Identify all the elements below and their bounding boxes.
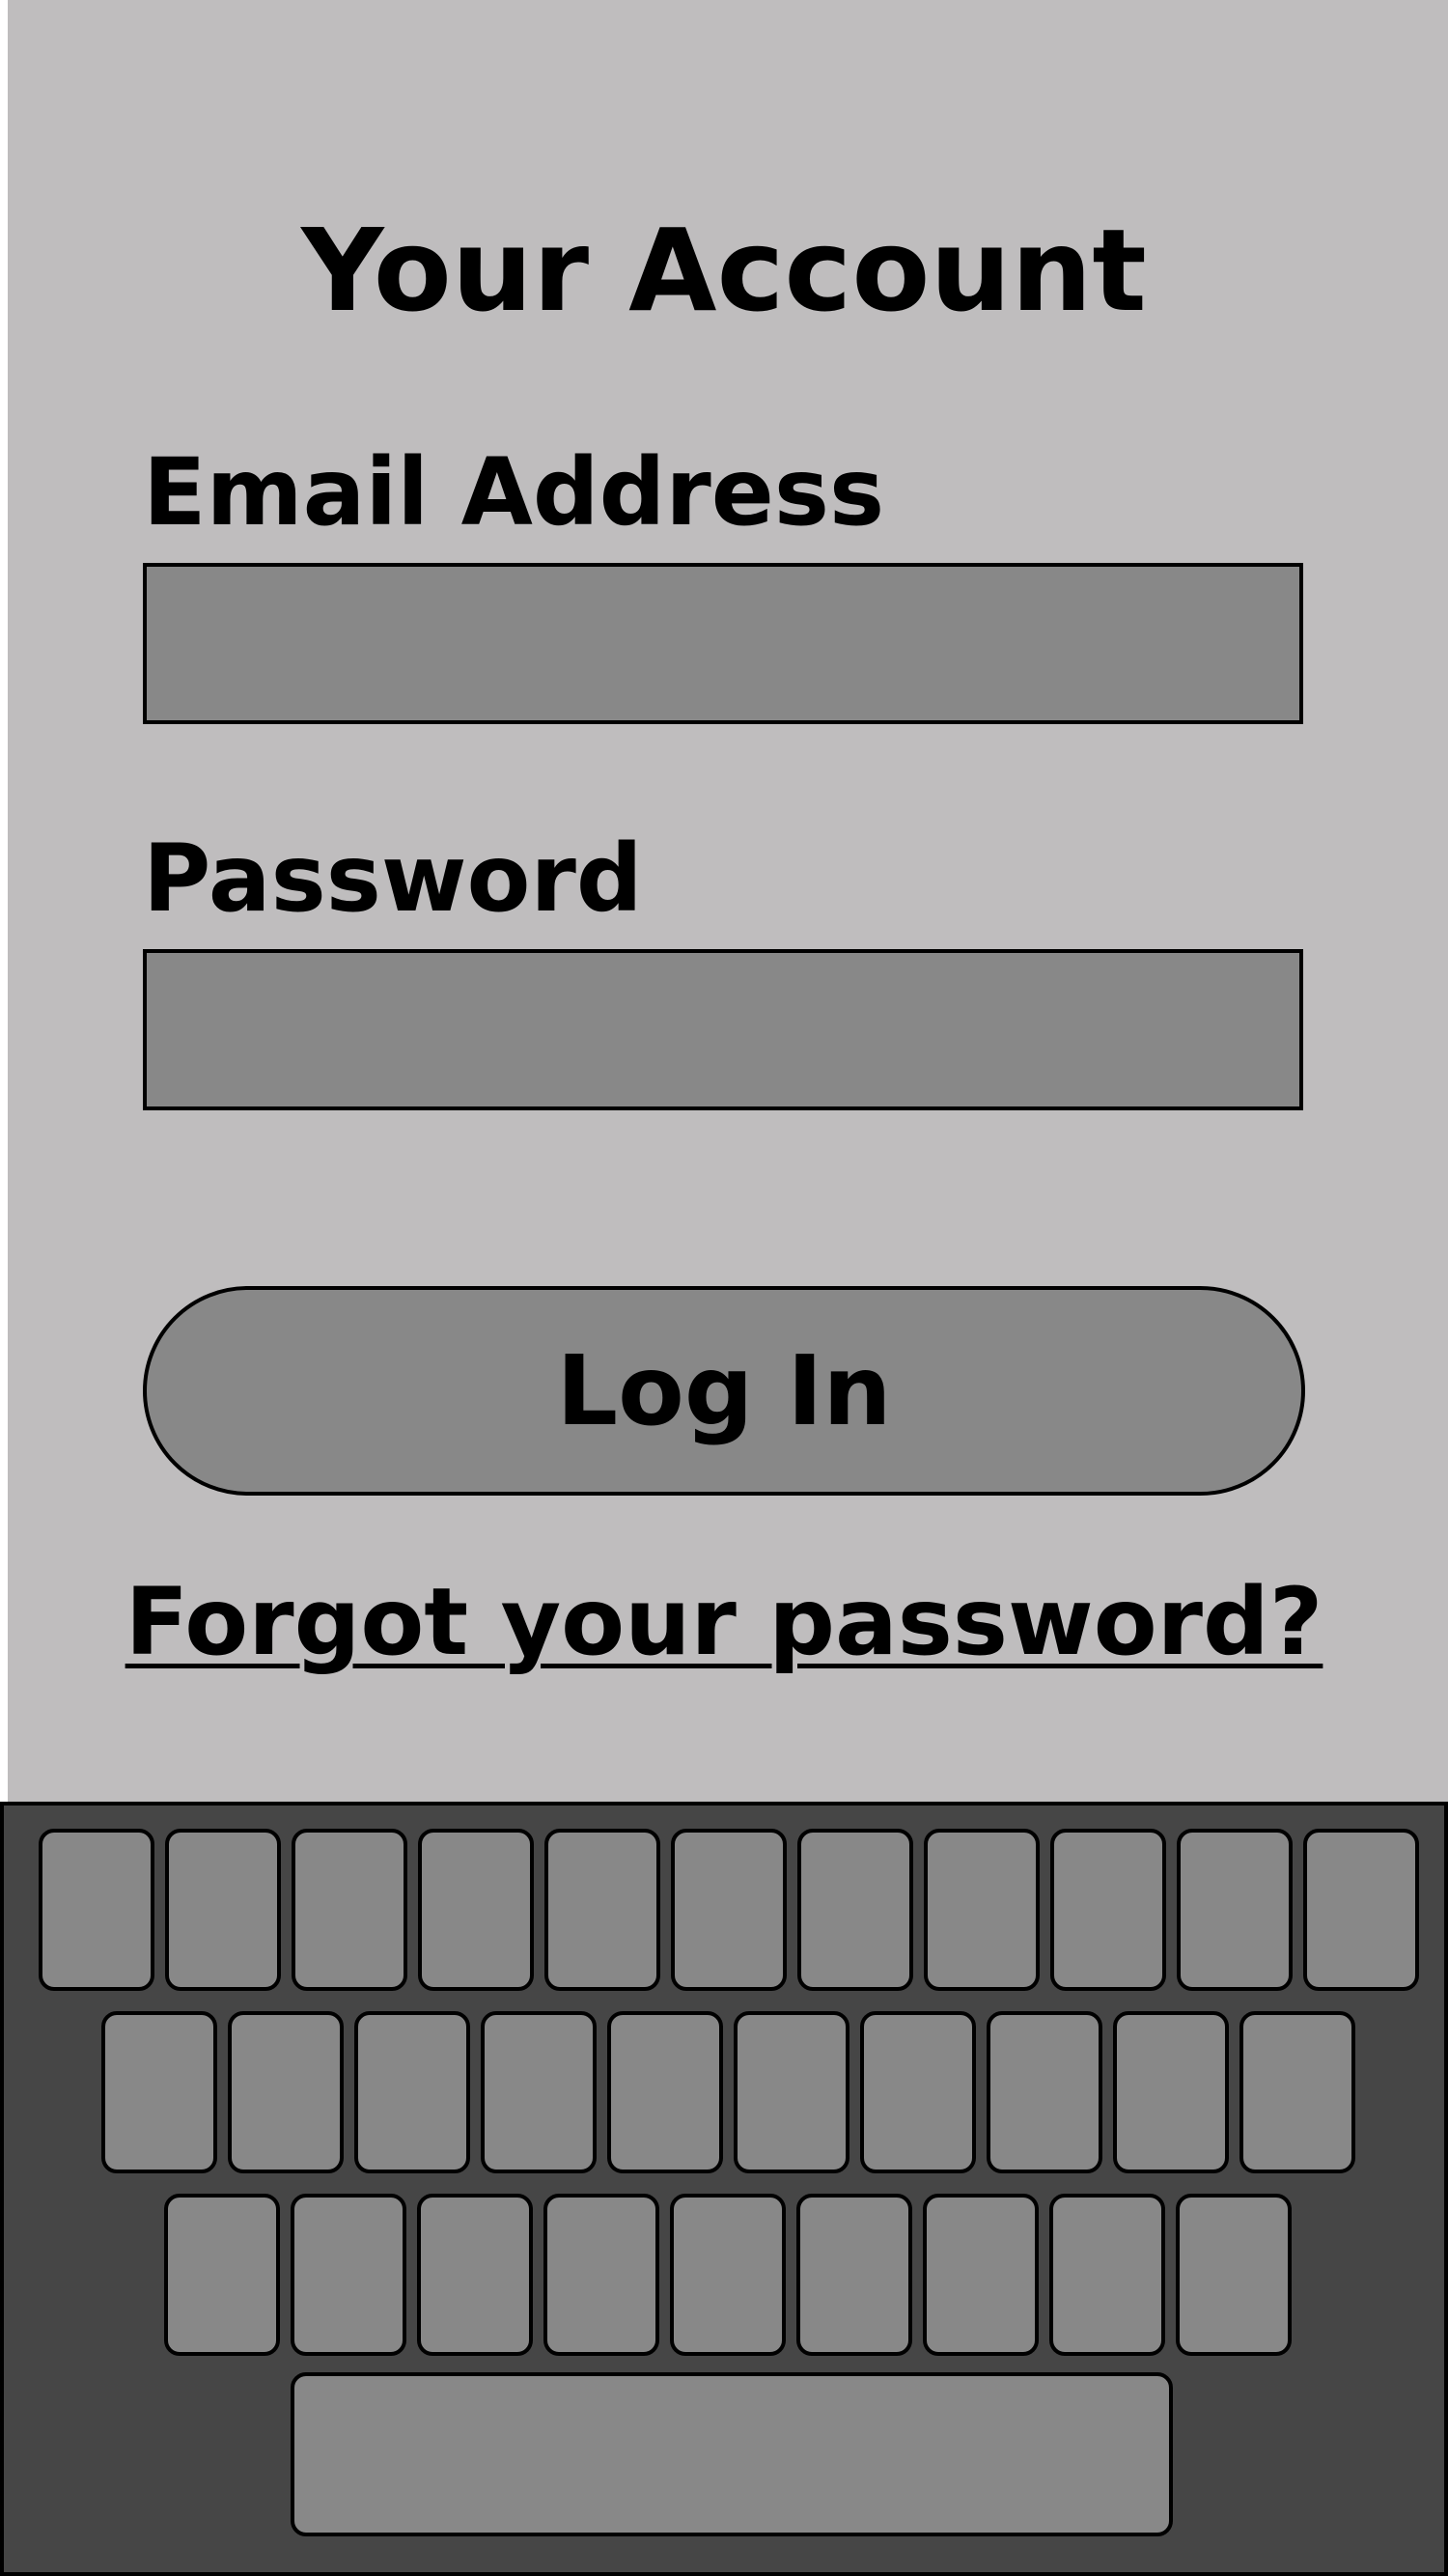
keyboard-key[interactable]	[101, 2011, 217, 2173]
keyboard-key[interactable]	[797, 1829, 913, 1991]
keyboard-key[interactable]	[165, 1829, 281, 1991]
keyboard-key[interactable]	[1050, 1829, 1166, 1991]
keyboard-key[interactable]	[417, 2194, 533, 2356]
keyboard-key[interactable]	[860, 2011, 976, 2173]
keyboard-key[interactable]	[1176, 2194, 1292, 2356]
keyboard-key[interactable]	[292, 1829, 407, 1991]
keyboard-key[interactable]	[987, 2011, 1102, 2173]
keyboard-key[interactable]	[734, 2011, 849, 2173]
onscreen-keyboard	[0, 1802, 1448, 2576]
keyboard-key[interactable]	[543, 2194, 659, 2356]
keyboard-key[interactable]	[671, 1829, 787, 1991]
keyboard-key[interactable]	[481, 2011, 597, 2173]
page-title: Your Account	[301, 204, 1147, 337]
keyboard-key[interactable]	[354, 2011, 470, 2173]
keyboard-spacebar[interactable]	[291, 2372, 1173, 2536]
keyboard-key[interactable]	[607, 2011, 723, 2173]
keyboard-key[interactable]	[923, 2194, 1039, 2356]
keyboard-key[interactable]	[418, 1829, 534, 1991]
keyboard-key[interactable]	[924, 1829, 1040, 1991]
keyboard-key[interactable]	[291, 2194, 406, 2356]
keyboard-key[interactable]	[544, 1829, 660, 1991]
keyboard-key[interactable]	[1177, 1829, 1293, 1991]
password-field[interactable]	[143, 949, 1303, 1110]
keyboard-key[interactable]	[1303, 1829, 1419, 1991]
keyboard-key[interactable]	[39, 1829, 154, 1991]
email-label: Email Address	[143, 438, 885, 546]
keyboard-key[interactable]	[1113, 2011, 1229, 2173]
login-button[interactable]: Log In	[143, 1286, 1305, 1496]
keyboard-key[interactable]	[796, 2194, 912, 2356]
keyboard-key[interactable]	[228, 2011, 344, 2173]
password-label: Password	[143, 825, 643, 933]
email-field[interactable]	[143, 563, 1303, 724]
keyboard-key[interactable]	[670, 2194, 786, 2356]
forgot-password-link[interactable]: Forgot your password?	[0, 1559, 1448, 1685]
keyboard-key[interactable]	[1239, 2011, 1355, 2173]
keyboard-key[interactable]	[1049, 2194, 1165, 2356]
keyboard-key[interactable]	[164, 2194, 280, 2356]
